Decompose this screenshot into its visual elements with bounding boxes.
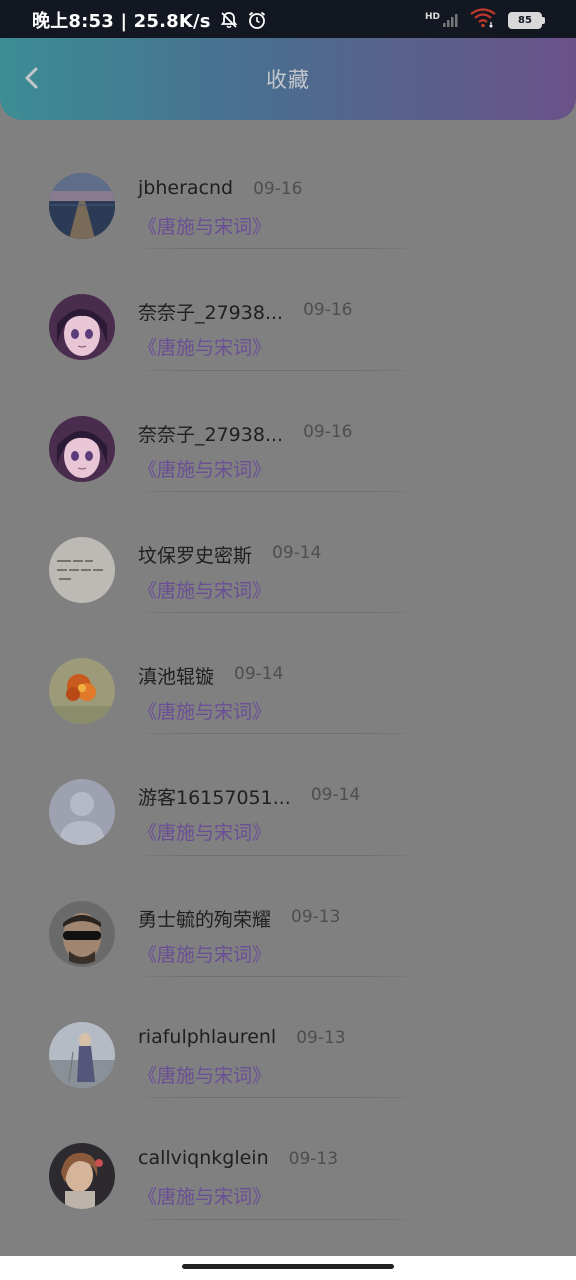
favorite-date: 09-16 (303, 421, 353, 442)
avatar[interactable] (49, 294, 115, 361)
avatar[interactable] (49, 1022, 115, 1089)
favorite-date: 09-13 (288, 1149, 339, 1170)
hd-label: HD (424, 12, 440, 22)
avatar[interactable] (49, 1143, 115, 1210)
top-app-bar: 收藏 (0, 38, 576, 120)
favorite-item[interactable]: 奈奈子_27938... 09-16 《唐施与宋词》 (0, 249, 576, 371)
system-nav-bar (0, 1256, 576, 1280)
battery-level: 85 (518, 14, 532, 26)
status-left: 晚上8:53 | 25.8K/s (32, 7, 267, 33)
work-title-link[interactable]: 《唐施与宋词》 (138, 818, 271, 845)
favorites-list: jbheracnd 09-16 《唐施与宋词》 奈奈子_27938... 09-16 《唐… (0, 128, 576, 1220)
favorite-item[interactable]: 游客16157051... 09-14 《唐施与宋词》 (0, 734, 576, 856)
home-indicator[interactable] (182, 1264, 394, 1269)
favorite-date: 09-14 (234, 664, 284, 685)
work-title-link[interactable]: 《唐施与宋词》 (138, 1182, 271, 1209)
work-title-link[interactable]: 《唐施与宋词》 (138, 212, 271, 239)
status-bar: 晚上8:53 | 25.8K/s HD 85 (0, 0, 576, 40)
favorite-item[interactable]: 奈奈子_27938... 09-16 《唐施与宋词》 (0, 371, 576, 492)
favorite-item[interactable]: 坟保罗史密斯 09-14 《唐施与宋词》 (0, 492, 576, 614)
favorite-item[interactable]: callviqnkglein 09-13 《唐施与宋词》 (0, 1098, 576, 1220)
user-name: 奈奈子_27938... (138, 423, 284, 446)
alarm-icon (247, 10, 267, 30)
user-name: 滇池辊镟 (138, 666, 215, 689)
favorite-item[interactable]: 勇士毓的殉荣耀 09-13 《唐施与宋词》 (0, 856, 576, 978)
favorite-item[interactable]: riafulphlaurenl 09-13 《唐施与宋词》 (0, 977, 576, 1099)
work-title-link[interactable]: 《唐施与宋词》 (138, 1061, 271, 1088)
favorite-date: 09-14 (272, 542, 322, 563)
avatar[interactable] (49, 779, 115, 846)
favorite-item[interactable]: 滇池辊镟 09-14 《唐施与宋词》 (0, 613, 576, 735)
work-title-link[interactable]: 《唐施与宋词》 (138, 333, 271, 360)
mute-bell-icon (219, 10, 239, 30)
divider (126, 1218, 426, 1220)
page-title: 收藏 (266, 68, 310, 92)
avatar[interactable] (49, 415, 115, 482)
work-title-link[interactable]: 《唐施与宋词》 (138, 940, 271, 967)
user-name: 奈奈子_27938... (138, 302, 284, 325)
user-name: 坟保罗史密斯 (138, 544, 253, 567)
work-title-link[interactable]: 《唐施与宋词》 (138, 455, 271, 482)
user-name: 勇士毓的殉荣耀 (138, 908, 272, 931)
favorite-item[interactable]: jbheracnd 09-16 《唐施与宋词》 (0, 128, 576, 250)
status-right: HD 85 (425, 8, 545, 32)
avatar[interactable] (49, 536, 115, 603)
favorite-date: 09-16 (303, 300, 353, 321)
avatar[interactable] (49, 658, 115, 725)
work-title-link[interactable]: 《唐施与宋词》 (138, 697, 271, 724)
favorite-date: 09-13 (296, 1028, 346, 1049)
back-button[interactable] (14, 60, 50, 96)
wifi-icon (470, 8, 496, 32)
avatar[interactable] (49, 900, 115, 967)
avatar[interactable] (49, 173, 115, 239)
favorite-date: 09-14 (310, 785, 361, 806)
user-name: 游客16157051... (138, 787, 291, 810)
user-name: jbheracnd (138, 177, 234, 199)
favorite-date: 09-16 (253, 179, 303, 199)
user-name: riafulphlaurenl (138, 1026, 277, 1049)
battery-icon: 85 (508, 11, 545, 29)
work-title-link[interactable]: 《唐施与宋词》 (138, 576, 271, 603)
user-name: callviqnkglein (138, 1147, 269, 1170)
favorite-date: 09-13 (291, 906, 341, 927)
cell-signal-icon: HD (425, 12, 458, 28)
time-speed-text: 晚上8:53 | 25.8K/s (32, 11, 211, 32)
chevron-left-icon (25, 67, 38, 89)
